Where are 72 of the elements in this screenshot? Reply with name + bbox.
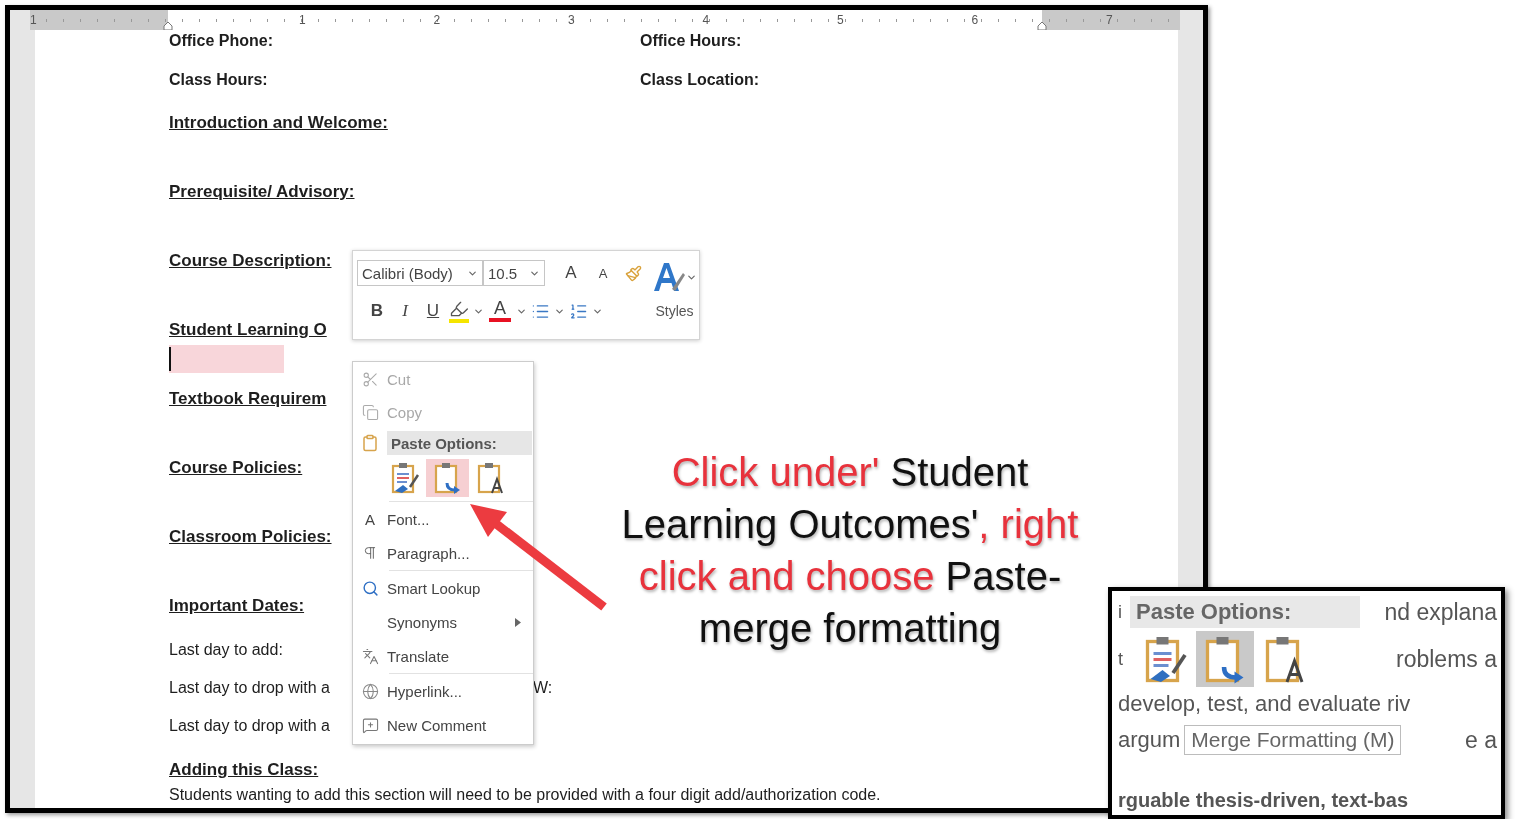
ruler-number: 6 (970, 13, 980, 27)
italic-button[interactable]: I (393, 298, 417, 324)
field-label: Office Hours: (640, 31, 743, 51)
document-text: roblems a (1396, 645, 1497, 673)
scissors-icon (361, 371, 379, 388)
shrink-font-button[interactable]: A (591, 260, 615, 286)
format-painter-icon[interactable] (625, 264, 642, 282)
font-color-button[interactable]: A (488, 298, 512, 324)
font-size-field[interactable]: 10.5 (483, 260, 545, 286)
clipboard-icon (361, 434, 379, 452)
body-text: Last day to drop with a (169, 716, 330, 736)
grow-font-button[interactable]: A (559, 260, 583, 286)
section-heading: Adding this Class: (169, 760, 319, 779)
paragraph-icon (362, 545, 378, 561)
ruler-number: 1 (297, 13, 307, 27)
ruler-number: 5 (835, 13, 845, 27)
copy-icon (361, 404, 379, 421)
submenu-arrow-icon (515, 617, 521, 627)
menu-section-header: Paste Options: (1130, 596, 1360, 628)
translate-icon (361, 647, 379, 665)
menu-item[interactable]: Hyperlink... (353, 674, 533, 708)
menu-item[interactable]: Translate (353, 639, 533, 673)
field-label: Class Location: (640, 70, 761, 90)
menu-item[interactable]: Smart Lookup (353, 571, 533, 605)
paste-option-button[interactable] (1196, 631, 1254, 687)
field-label: Class Hours: (169, 70, 269, 90)
document-text: argum (1118, 727, 1181, 753)
text-cursor (169, 347, 171, 371)
body-text: W: (533, 678, 553, 698)
body-text: Last day to drop with a (169, 678, 330, 698)
section-heading: Course Description: (169, 251, 332, 270)
ruler-number: 2 (432, 13, 442, 27)
document-text: develop, test, and evaluate riv (1118, 691, 1411, 717)
document-text: rguable thesis-driven, text-bas (1118, 788, 1409, 812)
ruler-number: 4 (701, 13, 711, 27)
menu-item[interactable]: Paragraph... (353, 536, 533, 570)
menu-item[interactable]: New Comment (353, 708, 533, 742)
document-text: t (1118, 648, 1124, 670)
field-label: Office Phone: (169, 31, 274, 51)
section-heading: Prerequisite/ Advisory: (169, 182, 355, 201)
styles-button[interactable]: Styles (652, 259, 697, 333)
section-heading: Textbook Requirem (169, 389, 327, 408)
section-heading: Important Dates: (169, 596, 305, 615)
body-text: Last day to add: (169, 640, 283, 660)
underline-button[interactable]: U (421, 298, 445, 324)
paste-option-button[interactable] (426, 459, 469, 497)
ruler-number: 3 (566, 13, 576, 27)
section-heading: Student Learning O (169, 320, 327, 339)
font-glyph: A (365, 510, 375, 528)
section-heading: Course Policies: (169, 458, 303, 477)
document-text: nd explana (1384, 598, 1497, 626)
globe-icon (361, 682, 379, 700)
ruler-number: 1 (30, 13, 38, 27)
highlighter-icon[interactable] (449, 299, 469, 323)
document-text: e a (1465, 726, 1497, 754)
bold-button[interactable]: B (365, 298, 389, 324)
search-icon (361, 579, 379, 597)
styles-icon (652, 261, 686, 293)
keep-formatting-icon (389, 461, 420, 495)
text-only-icon (475, 461, 506, 495)
font-name-field[interactable]: Calibri (Body) (357, 260, 483, 286)
comment-icon (361, 716, 379, 734)
document-text: i (1118, 601, 1123, 623)
section-heading: Classroom Policies: (169, 527, 332, 546)
menu-item[interactable]: A Font... (353, 502, 533, 536)
menu-item[interactable]: Synonyms (353, 605, 533, 639)
ruler-number: 7 (1104, 13, 1114, 27)
section-heading: Introduction and Welcome: (169, 113, 388, 132)
annotation-text: Click under' Student Learning Outcomes', right click and choose Paste- merge formatting (620, 449, 1080, 652)
menu-section-header: Paste Options: (387, 431, 532, 455)
tooltip: Merge Formatting (M) (1184, 725, 1402, 755)
body-text: Students wanting to add this section will need to be provided with a four digit add/authorization code. (169, 785, 881, 805)
